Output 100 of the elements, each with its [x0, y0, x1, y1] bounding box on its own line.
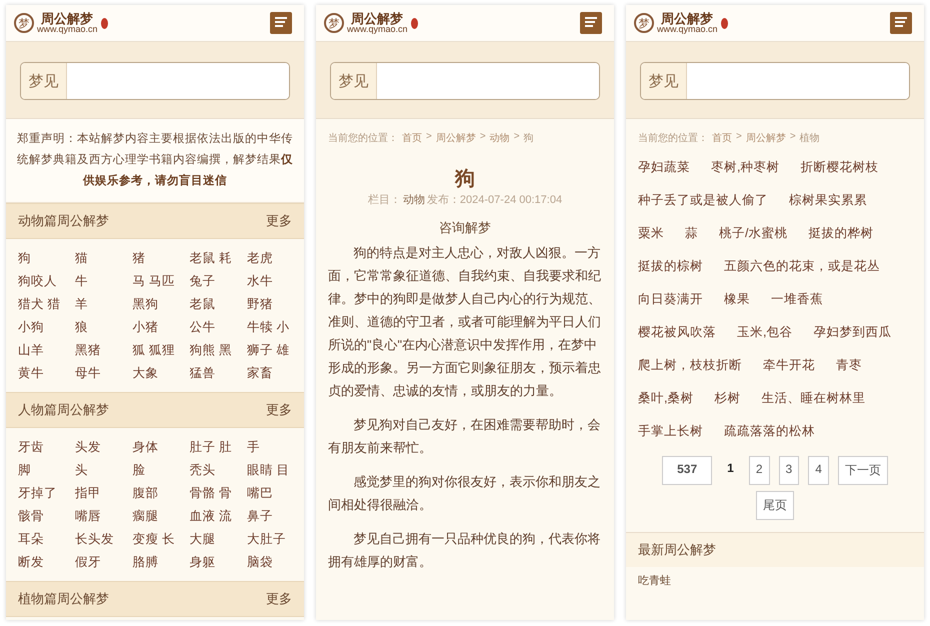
dream-link[interactable]: 牛	[75, 272, 132, 290]
dream-link[interactable]: 身躯	[190, 553, 247, 571]
dream-link[interactable]: 断发	[18, 553, 76, 571]
page-link[interactable]: 1	[721, 456, 740, 485]
dream-link[interactable]: 牙齿	[18, 438, 76, 456]
search-box[interactable]: 梦见	[20, 62, 290, 100]
dream-link[interactable]: 猫	[75, 249, 132, 267]
menu-button[interactable]	[270, 12, 292, 34]
dream-link[interactable]: 胳膊	[132, 553, 190, 571]
dream-link[interactable]: 老鼠 耗	[190, 249, 247, 267]
dream-link[interactable]: 猛兽	[190, 364, 247, 382]
dream-link[interactable]: 蒜	[685, 217, 698, 250]
dream-link[interactable]: 脑袋	[246, 553, 304, 571]
dream-link[interactable]: 狗咬人	[18, 272, 76, 290]
dream-link[interactable]: 羊	[75, 295, 132, 313]
dream-link[interactable]: 骨骼 骨	[190, 484, 247, 502]
dream-link[interactable]: 一堆香蕉	[771, 283, 823, 316]
dream-link[interactable]: 孕妇蔬菜	[638, 151, 690, 184]
dream-link[interactable]: 身体	[132, 438, 190, 456]
dream-link[interactable]: 粟米	[638, 217, 664, 250]
page-link[interactable]: 3	[778, 456, 800, 485]
dream-link[interactable]: 脚	[18, 461, 76, 479]
dream-link[interactable]: 手	[246, 438, 304, 456]
dream-link[interactable]: 腹部	[132, 484, 190, 502]
dream-link[interactable]: 脸	[132, 461, 190, 479]
dream-link[interactable]: 黄牛	[18, 364, 76, 382]
more-link[interactable]: 更多	[266, 590, 292, 608]
dream-link[interactable]: 狗	[18, 249, 76, 267]
dream-link[interactable]: 老鼠	[190, 295, 247, 313]
dream-link[interactable]: 小猪	[132, 318, 190, 336]
menu-button[interactable]	[890, 12, 912, 34]
dream-link[interactable]: 黑狗	[132, 295, 190, 313]
dream-link[interactable]: 生活、睡在树林里	[761, 382, 866, 415]
dream-link[interactable]: 棕树果实累累	[789, 184, 867, 217]
dream-link[interactable]: 爬上树，枝枝折断	[638, 349, 742, 382]
page-link[interactable]: 下一页	[838, 456, 888, 485]
dream-link[interactable]: 小狗	[18, 318, 76, 336]
dream-link[interactable]: 公牛	[190, 318, 247, 336]
dream-link[interactable]: 五颜六色的花束，或是花丛	[724, 250, 880, 283]
dream-link[interactable]: 青枣	[836, 349, 862, 382]
dream-link[interactable]: 老虎	[246, 249, 304, 267]
dream-link[interactable]: 挺拔的桦树	[808, 217, 874, 250]
dream-link[interactable]: 种子丢了或是被人偷了	[638, 184, 768, 217]
dream-link[interactable]: 大腿	[190, 530, 247, 548]
dream-link[interactable]: 向日葵满开	[638, 283, 703, 316]
page-link[interactable]: 尾页	[756, 491, 794, 520]
dream-link[interactable]: 牵牛开花	[763, 349, 815, 382]
dream-link[interactable]: 桃子/水蜜桃	[719, 217, 788, 250]
dream-link[interactable]: 大肚子	[246, 530, 304, 548]
dream-link[interactable]: 耳朵	[18, 530, 76, 548]
dream-link[interactable]: 母牛	[75, 364, 132, 382]
dream-link[interactable]: 橡果	[724, 283, 750, 316]
dream-link[interactable]: 嘴巴	[246, 484, 304, 502]
dream-link[interactable]: 手掌上长树	[638, 415, 703, 448]
dream-link[interactable]: 山羊	[18, 341, 76, 359]
dream-link[interactable]: 大象	[132, 364, 190, 382]
dream-link[interactable]: 头发	[75, 438, 132, 456]
dream-link[interactable]: 家畜	[246, 364, 304, 382]
dream-link[interactable]: 狗熊 黑	[190, 341, 247, 359]
dream-link[interactable]: 牙掉了	[18, 484, 76, 502]
dream-link[interactable]: 挺拔的棕树	[638, 250, 703, 283]
dream-link[interactable]: 眼睛 目	[246, 461, 304, 479]
dream-link[interactable]: 头	[75, 461, 132, 479]
dream-link[interactable]: 孕妇梦到西瓜	[813, 316, 892, 349]
dream-link[interactable]: 假牙	[75, 553, 132, 571]
more-link[interactable]: 更多	[266, 212, 292, 230]
dream-link[interactable]: 疏疏落落的松林	[724, 415, 815, 448]
dream-link[interactable]: 鼻子	[246, 507, 304, 525]
dream-link[interactable]: 秃头	[190, 461, 247, 479]
search-box[interactable]: 梦见	[640, 62, 910, 100]
dream-link[interactable]: 牛犊 小	[246, 318, 304, 336]
menu-button[interactable]	[580, 12, 602, 34]
page-link[interactable]: 4	[808, 456, 829, 485]
dream-link[interactable]: 杉树	[714, 382, 740, 415]
dream-link[interactable]: 野猪	[246, 295, 304, 313]
dream-link[interactable]: 黑猪	[75, 341, 132, 359]
dream-link[interactable]: 肚子 肚	[190, 438, 247, 456]
dream-link[interactable]: 变瘦 长	[132, 530, 190, 548]
dream-link[interactable]: 嘴唇	[75, 507, 132, 525]
dream-link[interactable]: 兔子	[190, 272, 247, 290]
dream-link[interactable]: 猪	[132, 249, 190, 267]
more-link[interactable]: 更多	[266, 401, 292, 419]
dream-link[interactable]: 折断樱花树枝	[800, 151, 878, 184]
dream-link[interactable]: 长头发	[75, 530, 132, 548]
dream-link[interactable]: 指甲	[75, 484, 132, 502]
dream-link[interactable]: 桑叶,桑树	[638, 382, 694, 415]
dream-link[interactable]: 狼	[75, 318, 132, 336]
dream-link[interactable]: 猎犬 猎	[18, 295, 76, 313]
dream-link[interactable]: 狮子 雄	[246, 341, 304, 359]
dream-link[interactable]: 樱花被风吹落	[638, 316, 716, 349]
dream-link[interactable]: 玉米,包谷	[737, 316, 792, 349]
dream-link[interactable]: 水牛	[246, 272, 304, 290]
dream-link[interactable]: 枣树,种枣树	[711, 151, 780, 184]
dream-link[interactable]: 吃青蛙	[626, 567, 924, 594]
dream-link[interactable]: 马 马匹	[132, 272, 190, 290]
page-link[interactable]: 2	[748, 456, 770, 485]
search-box[interactable]: 梦见	[330, 62, 600, 100]
dream-link[interactable]: 骸骨	[18, 507, 76, 525]
dream-link[interactable]: 血液 流	[190, 507, 247, 525]
dream-link[interactable]: 狐 狐狸	[132, 341, 190, 359]
